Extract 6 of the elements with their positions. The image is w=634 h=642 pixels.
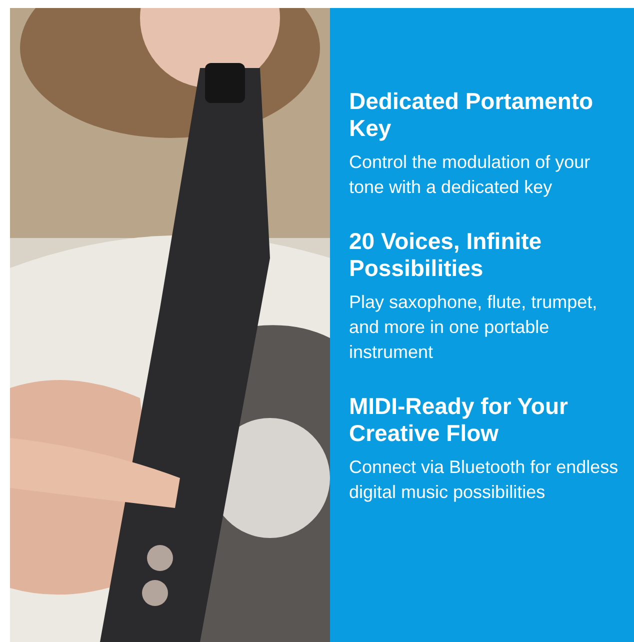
feature-title: 20 Voices, Infinite Possibilities [349, 228, 543, 282]
feature-description: Play saxophone, flute, trumpet, and more in one portable instrument [349, 291, 598, 364]
feature-description: Connect via Bluetooth for endless digital music possibilities [349, 456, 620, 504]
feature-title: Dedicated Portamento Key [349, 88, 594, 142]
feature-title: MIDI-Ready for Your Creative Flow [349, 393, 569, 447]
feature-description: Control the modulation of your tone with a dedicated key [349, 151, 592, 199]
